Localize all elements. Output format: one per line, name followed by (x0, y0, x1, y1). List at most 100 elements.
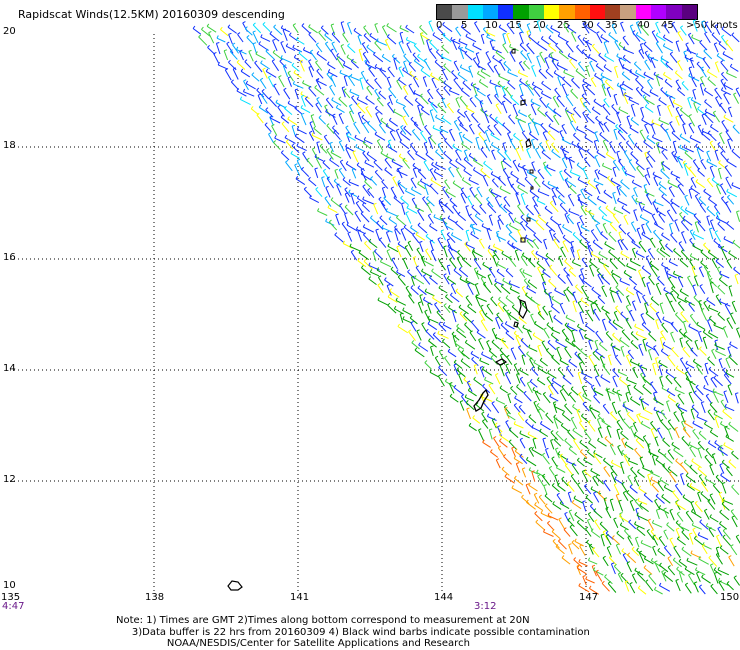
wind-barb-flag (678, 328, 682, 332)
wind-barb (455, 222, 464, 231)
wind-barb-flag (708, 304, 711, 308)
wind-barb-flag (472, 42, 475, 46)
wind-barb (401, 203, 406, 215)
wind-barb (706, 179, 714, 188)
wind-barb (526, 287, 537, 294)
wind-barb (593, 140, 598, 151)
wind-barb (465, 230, 470, 242)
wind-barb-flag (655, 493, 659, 497)
wind-barb-flag (486, 413, 490, 417)
wind-barb (328, 221, 338, 231)
wind-barb (579, 441, 589, 450)
wind-barb-flag (548, 278, 552, 282)
wind-barb-flag (613, 128, 617, 131)
wind-barb-flag (428, 213, 432, 216)
wind-barb-flag (626, 376, 629, 380)
wind-barb-flag (680, 311, 684, 314)
wind-barb (579, 545, 586, 556)
wind-barb (583, 378, 593, 386)
wind-barb-flag (316, 77, 320, 82)
wind-barb-flag (630, 466, 634, 470)
wind-barb (470, 226, 482, 232)
wind-barb-flag (414, 275, 417, 279)
wind-barb (684, 152, 693, 160)
wind-barb-flag (711, 177, 715, 181)
wind-barb (395, 299, 407, 306)
wind-barb (494, 284, 502, 293)
wind-barb (619, 280, 631, 286)
wind-barb (618, 108, 629, 115)
wind-barb (277, 106, 285, 117)
wind-barb (510, 173, 519, 180)
wind-barb (412, 257, 418, 267)
wind-barb-flag (694, 581, 698, 584)
wind-barb-flag (357, 34, 362, 37)
wind-barb (686, 49, 697, 55)
wind-barb (587, 513, 595, 522)
wind-barb-flag (535, 519, 539, 523)
wind-barb-flag (393, 108, 396, 112)
wind-barb (438, 367, 448, 377)
wind-barb-flag (318, 30, 322, 33)
wind-barb-flag (302, 47, 306, 51)
wind-barb (621, 483, 628, 493)
wind-barb-flag (327, 204, 330, 208)
wind-barb-flag (712, 453, 716, 456)
wind-barb-flag (732, 124, 736, 128)
wind-barb (500, 285, 511, 295)
wind-barb (505, 88, 513, 98)
wind-barb-flag (591, 286, 595, 290)
wind-barb-flag (474, 193, 478, 197)
wind-barb (425, 250, 433, 261)
wind-barb (528, 346, 538, 352)
wind-barb (579, 216, 585, 226)
wind-barb (534, 504, 544, 511)
wind-barb-flag (581, 413, 584, 417)
wind-barb (563, 290, 570, 302)
wind-barb (392, 177, 398, 187)
wind-barb (609, 260, 618, 270)
wind-barb-flag (608, 249, 611, 253)
wind-barb-flag (603, 465, 607, 469)
wind-barb-flag (582, 111, 586, 114)
wind-barb-flag (207, 44, 210, 48)
wind-barb (629, 501, 635, 512)
wind-barb-flag (561, 123, 565, 127)
wind-barb (698, 432, 707, 440)
wind-barb-flag (663, 507, 667, 510)
wind-barb (609, 223, 618, 232)
wind-barb (568, 544, 573, 555)
wind-barb (612, 346, 616, 357)
wind-barb (694, 502, 703, 513)
wind-barb (649, 304, 657, 313)
wind-barb (626, 142, 634, 151)
wind-barb-flag (264, 122, 268, 126)
wind-barb (478, 240, 485, 249)
wind-barb (471, 358, 479, 366)
wind-barb-flag (261, 93, 265, 96)
wind-barb-flag (452, 38, 456, 41)
wind-barb-flag (730, 544, 734, 547)
wind-barb (492, 256, 498, 267)
wind-barb (340, 22, 345, 34)
wind-barb-flag (495, 103, 499, 106)
wind-barb (731, 452, 739, 460)
wind-barb-flag (555, 430, 559, 434)
wind-barb-flag (719, 102, 723, 106)
wind-barb-flag (550, 332, 554, 336)
wind-barb-flag (520, 94, 524, 97)
wind-barb (725, 177, 732, 189)
wind-barb-flag (689, 532, 693, 535)
wind-barb-flag (682, 494, 686, 498)
wind-barb-flag (374, 131, 378, 135)
wind-barb-flag (457, 211, 461, 215)
wind-barb (652, 202, 659, 214)
wind-barb (450, 284, 457, 295)
wind-barb-flag (665, 374, 669, 378)
wind-barb-flag (681, 231, 685, 234)
wind-barb-flag (496, 268, 500, 272)
wind-barb (659, 303, 664, 315)
wind-barb-flag (496, 458, 500, 461)
wind-barb-flag (686, 47, 689, 51)
wind-barb-flag (639, 214, 643, 218)
